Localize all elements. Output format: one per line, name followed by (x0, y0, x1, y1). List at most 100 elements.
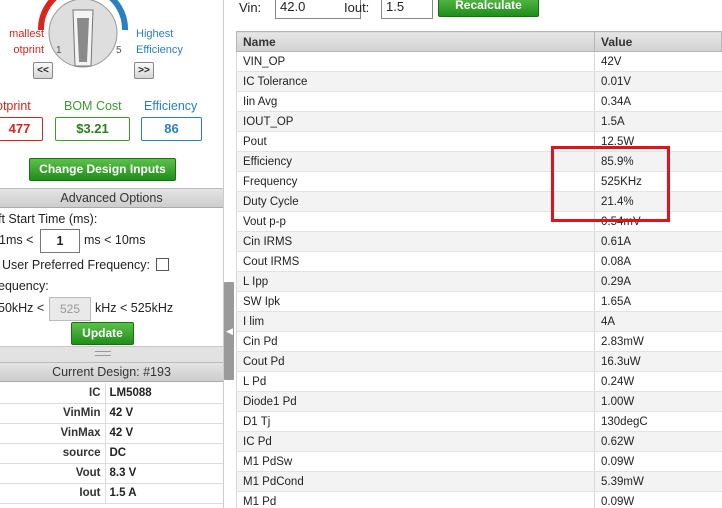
result-value: 21.4% (594, 191, 722, 212)
design-value: 8.3 V (105, 463, 223, 484)
table-row[interactable]: SW Ipk 1.65A (236, 291, 722, 312)
result-value: 2.83mW (594, 331, 722, 352)
design-value: LM5088 (105, 383, 223, 404)
design-key: VinMax (0, 423, 106, 444)
table-row[interactable]: Diode1 Pd 1.00W (236, 391, 722, 412)
table-row[interactable]: Frequency 525KHz (236, 171, 722, 192)
soft-start-label: ft Start Time (ms): (0, 212, 98, 226)
table-row[interactable]: L Ipp 0.29A (236, 271, 722, 292)
result-value: 1.00W (594, 391, 722, 412)
result-name: L Ipp (236, 271, 595, 292)
column-header-name[interactable]: Name (236, 31, 595, 52)
table-row[interactable]: VIN_OP 42V (236, 51, 722, 72)
previous-design-button[interactable]: << (33, 62, 53, 79)
table-row[interactable]: Iin Avg 0.34A (236, 91, 722, 112)
iout-label: Iout: (344, 0, 370, 15)
result-name: M1 PdCond (236, 471, 595, 492)
table-row[interactable]: I lim 4A (236, 311, 722, 332)
results-table: Name Value VIN_OP 42V IC Tolerance 0.01V Iin… (236, 31, 722, 508)
table-row[interactable]: IOUT_OP 1.5A (236, 111, 722, 132)
efficiency-label: Efficiency (144, 99, 198, 113)
advanced-options-header[interactable]: Advanced Options (0, 188, 223, 208)
left-panel: mallest otprint Highest Efficiency 1 5 <… (0, 0, 223, 508)
result-name: M1 Pd (236, 491, 595, 508)
frequency-min-label: 50kHz < (0, 301, 45, 315)
table-row[interactable]: Cin IRMS 0.61A (236, 231, 722, 252)
recalculate-button[interactable]: Recalculate (438, 0, 539, 17)
tick-min: 1 (56, 45, 62, 56)
result-name: VIN_OP (236, 51, 595, 72)
result-value: 0.29A (594, 271, 722, 292)
table-row[interactable]: M1 PdCond 5.39mW (236, 471, 722, 492)
smallest-footprint-label: mallest otprint (9, 28, 44, 56)
design-key: VinMin (0, 403, 106, 424)
result-value: 130degC (594, 411, 722, 432)
result-name: Duty Cycle (236, 191, 595, 212)
resize-grip-bar[interactable] (0, 346, 223, 362)
table-row[interactable]: Pout 12.5W (236, 131, 722, 152)
next-design-button[interactable]: >> (134, 62, 154, 79)
update-button[interactable]: Update (71, 322, 134, 345)
result-value: 0.09W (594, 491, 722, 508)
preferred-frequency-label: User Preferred Frequency: (2, 258, 150, 272)
preferred-frequency-checkbox[interactable] (156, 258, 169, 271)
panel-splitter[interactable] (223, 0, 235, 508)
design-value: 1.5 A (105, 483, 223, 504)
efficiency-value: 86 (141, 117, 202, 141)
highest-efficiency-label: Highest Efficiency (136, 28, 183, 56)
table-row[interactable]: D1 Tj 130degC (236, 411, 722, 432)
design-row: Vout 8.3 V (0, 463, 223, 484)
soft-start-min-label: 1ms < (0, 233, 34, 247)
optimization-card: mallest otprint Highest Efficiency 1 5 <… (0, 0, 223, 152)
grip-icon (95, 351, 111, 356)
result-value: 0.08A (594, 251, 722, 272)
iout-input[interactable]: 1.5 (381, 0, 433, 19)
result-value: 1.65A (594, 291, 722, 312)
result-value: 4A (594, 311, 722, 332)
table-row[interactable]: IC Pd 0.62W (236, 431, 722, 452)
result-value: 0.54mV (594, 211, 722, 232)
result-value: 85.9% (594, 151, 722, 172)
result-name: Cout IRMS (236, 251, 595, 272)
result-value: 42V (594, 51, 722, 72)
result-value: 0.62W (594, 431, 722, 452)
soft-start-input[interactable]: 1 (40, 229, 80, 253)
design-row: VinMax 42 V (0, 423, 223, 444)
result-value: 16.3uW (594, 351, 722, 372)
result-name: Cin IRMS (236, 231, 595, 252)
column-header-value[interactable]: Value (594, 31, 722, 52)
result-value: 0.01V (594, 71, 722, 92)
change-design-inputs-button[interactable]: Change Design Inputs (29, 158, 176, 181)
result-name: Efficiency (236, 151, 595, 172)
design-row: IC LM5088 (0, 383, 223, 404)
footprint-value: 477 (0, 117, 43, 141)
table-row[interactable]: IC Tolerance 0.01V (236, 71, 722, 92)
result-name: Diode1 Pd (236, 391, 595, 412)
design-value: 42 V (105, 423, 223, 444)
table-row[interactable]: M1 PdSw 0.09W (236, 451, 722, 472)
result-value: 0.24W (594, 371, 722, 392)
table-row[interactable]: Cin Pd 2.83mW (236, 331, 722, 352)
frequency-label: equency: (0, 279, 49, 293)
table-row[interactable]: Duty Cycle 21.4% (236, 191, 722, 212)
footprint-label: otprint (0, 99, 31, 113)
design-value: DC (105, 443, 223, 464)
result-name: Frequency (236, 171, 595, 192)
table-row[interactable]: M1 Pd 0.09W (236, 491, 722, 508)
table-row[interactable]: Cout IRMS 0.08A (236, 251, 722, 272)
result-name: IC Tolerance (236, 71, 595, 92)
result-value: 0.34A (594, 91, 722, 112)
design-key: Vout (0, 463, 106, 484)
table-row[interactable]: Cout Pd 16.3uW (236, 351, 722, 372)
result-value: 525KHz (594, 171, 722, 192)
table-row[interactable]: Vout p-p 0.54mV (236, 211, 722, 232)
result-name: Iin Avg (236, 91, 595, 112)
current-design-table: IC LM5088 VinMin 42 V VinMax 42 Vsource DC Vout… (0, 383, 223, 504)
table-row[interactable]: Efficiency 85.9% (236, 151, 722, 172)
table-row[interactable]: L Pd 0.24W (236, 371, 722, 392)
design-value: 42 V (105, 403, 223, 424)
result-value: 12.5W (594, 131, 722, 152)
frequency-input[interactable]: 525 (49, 297, 91, 321)
frequency-max-label: kHz < 525kHz (95, 301, 174, 315)
bom-cost-value: $3.21 (55, 117, 130, 141)
